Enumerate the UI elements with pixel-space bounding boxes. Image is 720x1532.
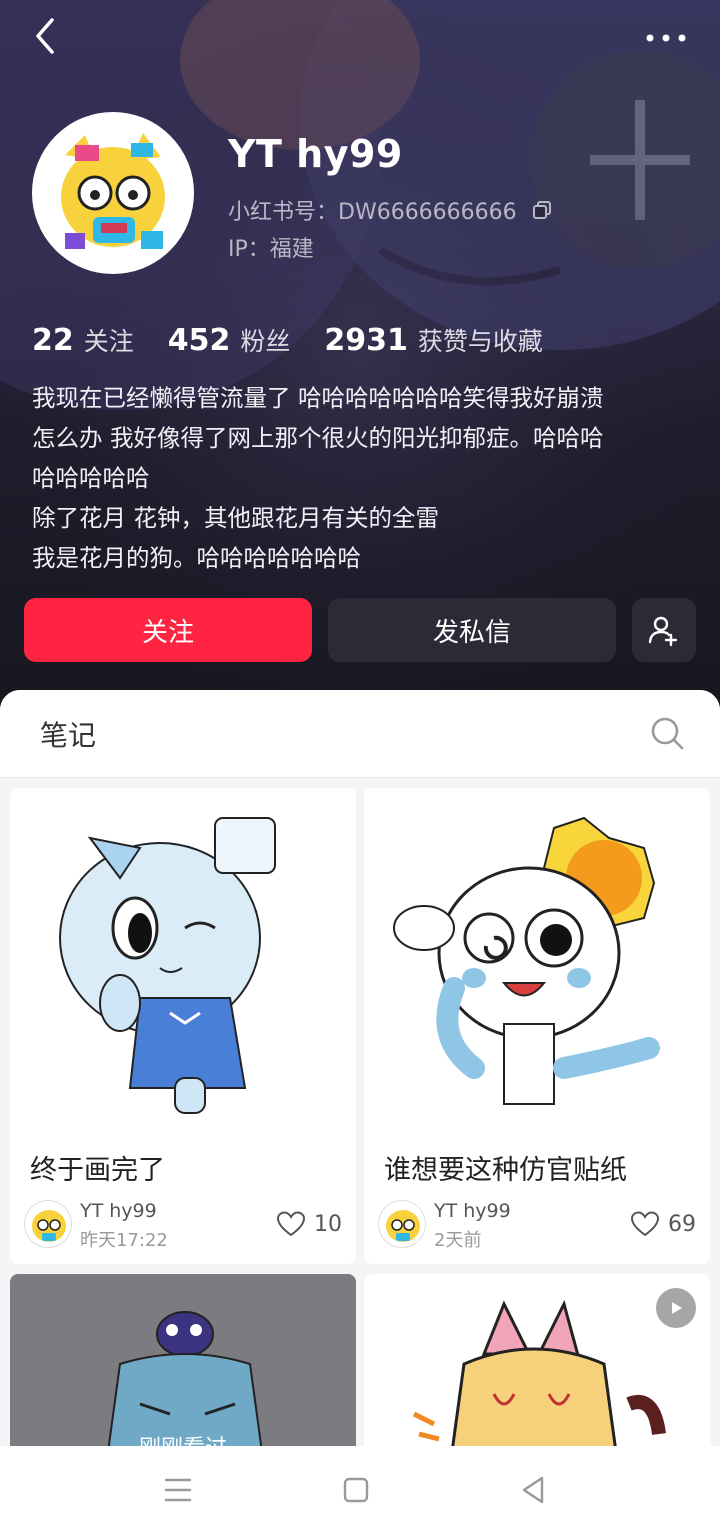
stat-likes-collects[interactable]: 2931 获赞与收藏 [324,322,543,358]
stat-label: 获赞与收藏 [417,327,543,356]
author-name: YT hy99 [80,1200,157,1222]
profile-bio: 我现在已经懒得管流量了 哈哈哈哈哈哈哈笑得我好崩溃 怎么办 我好像得了网上那个很… [32,384,604,572]
add-friend-icon [648,616,678,647]
note-cover-image [10,788,356,1128]
note-card[interactable]: 终于画完了 YT hy99 昨天17:22 10 [10,788,356,1264]
stat-label: 关注 [83,327,134,356]
stat-number: 22 [32,323,74,358]
more-button[interactable] [640,24,692,52]
send-message-button[interactable]: 发私信 [328,598,616,662]
tab-notes[interactable]: 笔记 [40,714,96,754]
user-id: 小红书号：DW6666666666 [228,200,517,225]
play-icon [672,1302,682,1314]
heart-icon [276,1211,306,1237]
note-title: 谁想要这种仿官贴纸 [384,1155,627,1186]
like-count: 10 [314,1211,342,1237]
top-bar [0,0,720,80]
profile-avatar[interactable] [32,112,194,274]
follow-button[interactable]: 关注 [24,598,312,662]
back-button[interactable] [28,14,64,58]
system-navigation-bar [0,1446,720,1532]
notes-sheet: 笔记 终于画完了 YT hy99 昨天17:22 10 谁想要这种仿官贴纸 YT… [0,690,720,1532]
back-triangle-icon [522,1476,544,1504]
nav-menu-button[interactable] [160,1472,196,1508]
like-count: 69 [668,1211,696,1237]
stat-number: 2931 [324,323,408,358]
search-button[interactable] [648,714,688,754]
more-icon [646,34,686,42]
author-avatar[interactable] [378,1200,426,1248]
author-name: YT hy99 [434,1200,511,1222]
post-time: 2天前 [434,1230,482,1251]
copy-icon[interactable] [531,199,553,221]
stat-number: 452 [167,323,231,358]
avatar-image [35,115,191,271]
author-avatar-image [386,1210,420,1242]
like-button[interactable]: 69 [630,1210,696,1238]
search-icon [651,717,684,750]
author-avatar-image [32,1210,66,1242]
add-friend-button[interactable] [632,598,696,662]
note-author-row: YT hy99 2天前 69 [378,1198,696,1251]
username: YT hy99 [228,132,403,176]
nav-home-button[interactable] [338,1472,374,1508]
author-avatar[interactable] [24,1200,72,1248]
note-cover-image [364,788,710,1128]
note-title: 终于画完了 [30,1155,165,1186]
note-author-row: YT hy99 昨天17:22 10 [24,1198,342,1251]
like-button[interactable]: 10 [276,1210,342,1238]
stat-following[interactable]: 22 关注 [32,322,134,358]
back-arrow-icon [36,18,54,54]
video-badge [656,1288,696,1328]
note-card[interactable]: 谁想要这种仿官贴纸 YT hy99 2天前 69 [364,788,710,1264]
heart-icon [630,1211,660,1237]
tab-bar: 笔记 [0,690,720,778]
menu-icon [164,1478,192,1502]
stat-followers[interactable]: 452 粉丝 [168,322,291,358]
post-time: 昨天17:22 [80,1230,168,1251]
home-square-icon [343,1477,369,1503]
stat-label: 粉丝 [240,327,291,356]
ip-location: IP：福建 [228,237,314,262]
user-id-row: 小红书号：DW6666666666 [228,194,553,226]
nav-back-button[interactable] [516,1472,552,1508]
profile-stats: 22 关注 452 粉丝 2931 获赞与收藏 [32,322,577,358]
